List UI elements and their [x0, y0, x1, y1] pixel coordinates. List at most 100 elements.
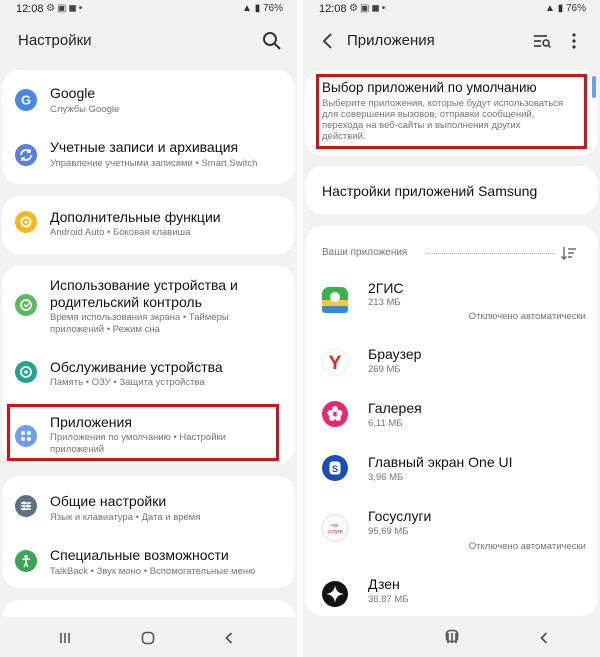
signal-icon: ▲ ▮ [242, 3, 263, 14]
battery-level: ▲ ▮ 76% [242, 3, 283, 14]
item-subtitle: Управление учетными записями • Smart Swi… [50, 158, 258, 169]
scroll-indicator [592, 76, 596, 98]
item-title: Общие настройки [50, 493, 167, 509]
accessibility-icon [15, 550, 37, 572]
battery-percent: 76% [565, 3, 586, 14]
settings-item-google[interactable]: G Google Службы Google [2, 70, 295, 127]
home-icon[interactable] [137, 627, 159, 649]
signal-icon: ▲ ▮ [545, 3, 566, 14]
settings-item-general[interactable]: Общие настройки Язык и клавиатура • Дата… [2, 476, 295, 532]
back-icon[interactable] [218, 627, 240, 649]
wellbeing-icon [15, 294, 37, 316]
app-size: 95,69 МБ [368, 526, 409, 537]
status-bar: 12:08 ⚙▣◼• ▲ ▮ 76% [0, 0, 297, 20]
item-subtitle: Язык и клавиатура • Дата и время [50, 512, 201, 523]
yandex-browser-icon: Y [321, 348, 349, 376]
app-row-one-ui-home[interactable]: S Главный экран One UI 3,96 МБ [305, 446, 598, 496]
device-care-icon [15, 361, 37, 383]
item-title: Google [50, 85, 96, 101]
item-title: Специальные возможности [50, 547, 229, 563]
app-status: Отключено автоматически [468, 541, 586, 552]
status-time: 12:08 [319, 3, 347, 15]
notification-icons: ⚙▣◼• [349, 3, 388, 14]
item-title-line1: Использование устройства и [50, 277, 238, 293]
sort-icon[interactable] [560, 244, 578, 262]
battery-percent: 76% [262, 3, 283, 14]
filter-search-icon[interactable] [531, 30, 553, 52]
navigation-bar [0, 617, 297, 657]
app-row-browser[interactable]: Y Браузер 269 МБ [305, 338, 598, 388]
gallery-icon [321, 400, 349, 428]
sync-icon [15, 144, 37, 166]
back-icon[interactable] [533, 627, 555, 649]
2gis-icon [321, 286, 349, 314]
item-title-line2: родительский контроль [50, 294, 202, 310]
settings-item-accessibility[interactable]: Специальные возможности TalkBack • Звук … [2, 532, 295, 588]
app-row-dzen[interactable]: Дзен 36,87 МБ [305, 566, 598, 616]
sliders-icon [15, 495, 37, 517]
home-icon[interactable] [441, 625, 463, 647]
app-name: Галерея [368, 400, 422, 416]
dzen-icon [321, 580, 349, 608]
samsung-settings-label: Настройки приложений Samsung [322, 183, 538, 199]
settings-screen: 12:08 ⚙▣◼• ▲ ▮ 76% Настройки G Google Сл… [0, 0, 297, 657]
svg-text:услуги: услуги [328, 529, 343, 535]
item-title: Обслуживание устройства [50, 359, 223, 375]
app-name: Дзен [368, 576, 400, 592]
status-bar: 12:08 ⚙▣◼• ▲ ▮ 76% [303, 0, 600, 20]
app-row-2gis[interactable]: 2ГИС 213 МБ Отключено автоматически [305, 274, 598, 330]
section-divider [427, 253, 555, 254]
apps-header: Приложения [303, 28, 600, 56]
app-size: 269 МБ [368, 364, 401, 375]
advanced-card: Дополнительные функции Android Auto • Бо… [2, 196, 295, 254]
app-size: 6,11 МБ [368, 418, 403, 429]
settings-header: Настройки [0, 28, 297, 56]
app-status: Отключено автоматически [468, 311, 586, 322]
notification-icons: ⚙▣◼• [46, 3, 85, 14]
item-subtitle: Службы Google [50, 104, 120, 115]
item-subtitle-line1: Время использования экрана • Таймеры [50, 312, 229, 323]
your-apps-label: Ваши приложения [322, 247, 408, 258]
back-arrow-icon[interactable] [317, 30, 339, 52]
app-size: 3,96 МБ [368, 472, 404, 483]
item-subtitle: Android Auto • Боковая клавиша [50, 227, 191, 238]
gear-plus-icon [15, 211, 37, 233]
app-size: 36,87 МБ [368, 594, 409, 605]
item-title: Учетные записи и архивация [50, 139, 239, 155]
svg-text:G: G [21, 93, 31, 108]
app-name: Браузер [368, 346, 422, 362]
app-name: 2ГИС [368, 280, 404, 296]
item-subtitle: Память • ОЗУ • Защита устройства [50, 377, 205, 388]
item-subtitle: TalkBack • Звук моно • Вспомогательные м… [50, 566, 256, 577]
app-size: 213 МБ [368, 297, 401, 308]
gosuslugi-icon: гос услуги [321, 514, 349, 542]
one-ui-home-icon: S [321, 454, 349, 482]
recents-icon[interactable] [54, 627, 76, 649]
highlight-apps [7, 404, 279, 461]
general-card: Общие настройки Язык и клавиатура • Дата… [2, 476, 295, 588]
svg-text:S: S [332, 464, 338, 474]
apps-screen: 12:08 ⚙▣◼• ▲ ▮ 76% Приложения Выбор прил… [303, 0, 600, 657]
settings-item-accounts[interactable]: Учетные записи и архивация Управление уч… [2, 127, 295, 184]
google-icon: G [15, 89, 37, 111]
item-subtitle-line2: приложений • Режим сна [50, 324, 160, 335]
item-title: Дополнительные функции [50, 209, 221, 225]
your-apps-card: Ваши приложения 2ГИС 213 МБ Отключено ав… [305, 226, 598, 616]
highlight-default-apps [316, 74, 587, 149]
samsung-app-settings[interactable]: Настройки приложений Samsung [305, 166, 598, 214]
more-options-icon[interactable] [563, 30, 585, 52]
app-row-gallery[interactable]: Галерея 6,11 МБ [305, 392, 598, 442]
svg-text:Y: Y [329, 353, 342, 374]
battery-level: ▲ ▮ 76% [545, 3, 586, 14]
page-title: Приложения [347, 32, 435, 49]
status-time: 12:08 [16, 3, 44, 15]
app-row-gosuslugi[interactable]: гос услуги Госуслуги 95,69 МБ Отключено а… [305, 500, 598, 558]
accounts-card: G Google Службы Google Учетные записи и … [2, 70, 295, 184]
app-name: Главный экран One UI [368, 454, 513, 470]
settings-item-wellbeing[interactable]: Использование устройства и родительский … [2, 266, 295, 338]
page-title: Настройки [18, 32, 92, 49]
settings-item-advanced[interactable]: Дополнительные функции Android Auto • Бо… [2, 196, 295, 254]
app-name: Госуслуги [368, 508, 432, 524]
settings-item-device-care[interactable]: Обслуживание устройства Память • ОЗУ • З… [2, 344, 295, 400]
search-icon[interactable] [261, 30, 283, 52]
